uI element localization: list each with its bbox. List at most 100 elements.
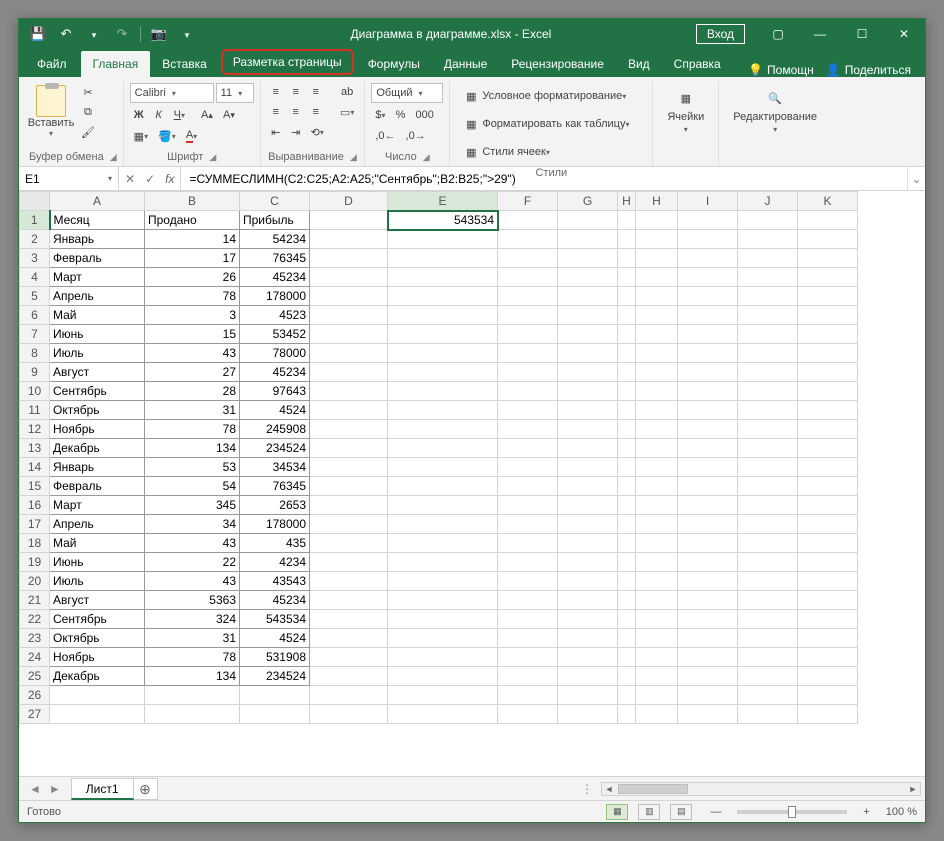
cell[interactable] [388, 363, 498, 382]
format-as-table-button[interactable]: ▦ Форматировать как таблицу▾ [456, 111, 646, 137]
cell[interactable] [618, 648, 636, 667]
cell[interactable] [636, 344, 678, 363]
cell[interactable] [558, 591, 618, 610]
cell[interactable] [558, 648, 618, 667]
cell[interactable]: Март [50, 496, 145, 515]
row-header[interactable]: 27 [20, 705, 50, 724]
cell[interactable]: 45234 [240, 363, 310, 382]
cell[interactable]: Апрель [50, 515, 145, 534]
cell[interactable] [145, 705, 240, 724]
row-header[interactable]: 4 [20, 268, 50, 287]
cell[interactable]: Май [50, 534, 145, 553]
cell[interactable] [636, 515, 678, 534]
cell[interactable] [558, 344, 618, 363]
decrease-indent-button[interactable]: ⇤ [267, 123, 285, 141]
cell[interactable] [618, 401, 636, 420]
cell[interactable] [636, 553, 678, 572]
cancel-formula-icon[interactable]: ✕ [125, 172, 135, 186]
wrap-text-button[interactable]: ab [336, 83, 358, 101]
cell[interactable]: 53452 [240, 325, 310, 344]
maximize-icon[interactable]: ☐ [841, 19, 883, 49]
cell[interactable] [310, 363, 388, 382]
cell[interactable] [798, 553, 858, 572]
cell[interactable]: Прибыль [240, 211, 310, 230]
cell[interactable]: 345 [145, 496, 240, 515]
cell[interactable] [636, 287, 678, 306]
cell[interactable] [498, 477, 558, 496]
cell[interactable]: Июнь [50, 325, 145, 344]
cell[interactable]: Июнь [50, 553, 145, 572]
cell[interactable]: 34 [145, 515, 240, 534]
spreadsheet-grid[interactable]: ABCDEFGHHIJK 1МесяцПроданоПрибыль5435342… [19, 191, 858, 724]
row-header[interactable]: 23 [20, 629, 50, 648]
cell[interactable] [798, 306, 858, 325]
zoom-slider[interactable] [737, 810, 847, 814]
qat-customize-icon[interactable]: ▾ [174, 22, 200, 46]
row-header[interactable]: 9 [20, 363, 50, 382]
cell[interactable] [678, 534, 738, 553]
merge-button[interactable]: ▭▾ [336, 103, 358, 121]
cell[interactable] [636, 534, 678, 553]
cell[interactable] [618, 591, 636, 610]
cell[interactable] [558, 401, 618, 420]
tab-home[interactable]: Главная [81, 51, 151, 77]
cell[interactable] [678, 230, 738, 249]
login-button[interactable]: Вход [696, 24, 745, 44]
cell[interactable] [558, 553, 618, 572]
format-painter-button[interactable]: 🖌 [77, 123, 99, 141]
cell[interactable] [498, 211, 558, 230]
cell[interactable] [618, 325, 636, 344]
cell[interactable] [678, 249, 738, 268]
align-middle-button[interactable]: ≡ [287, 83, 305, 101]
row-header[interactable]: 14 [20, 458, 50, 477]
cell[interactable] [738, 610, 798, 629]
cell[interactable] [618, 439, 636, 458]
cell[interactable] [738, 629, 798, 648]
column-header[interactable]: B [145, 192, 240, 211]
cell[interactable] [738, 477, 798, 496]
dialog-launcher-icon[interactable]: ◢ [209, 152, 216, 163]
cell[interactable]: 543534 [388, 211, 498, 230]
cell[interactable] [498, 439, 558, 458]
cell[interactable] [498, 325, 558, 344]
cell[interactable] [636, 420, 678, 439]
cell[interactable] [738, 401, 798, 420]
sheet-tab-active[interactable]: Лист1 [71, 778, 134, 800]
cell[interactable] [498, 705, 558, 724]
cell[interactable] [388, 382, 498, 401]
cell[interactable] [678, 268, 738, 287]
cell[interactable]: 45234 [240, 268, 310, 287]
cell[interactable] [618, 211, 636, 230]
row-header[interactable]: 25 [20, 667, 50, 686]
cell[interactable] [678, 420, 738, 439]
cell[interactable] [310, 325, 388, 344]
cell[interactable]: 22 [145, 553, 240, 572]
cell[interactable]: 28 [145, 382, 240, 401]
cell[interactable] [558, 287, 618, 306]
row-header[interactable]: 12 [20, 420, 50, 439]
cell[interactable] [798, 610, 858, 629]
cell[interactable]: Июль [50, 572, 145, 591]
cell[interactable] [678, 686, 738, 705]
cell[interactable]: 3 [145, 306, 240, 325]
cell[interactable]: 26 [145, 268, 240, 287]
column-header[interactable]: H [618, 192, 636, 211]
share-button[interactable]: 👤 Поделиться [826, 63, 911, 77]
cell[interactable]: 2653 [240, 496, 310, 515]
cell[interactable] [498, 496, 558, 515]
cell[interactable] [636, 401, 678, 420]
tab-insert[interactable]: Вставка [150, 51, 219, 77]
cell[interactable] [798, 249, 858, 268]
cell[interactable] [798, 325, 858, 344]
cell[interactable] [738, 553, 798, 572]
fill-color-button[interactable]: 🪣▾ [154, 127, 180, 145]
scroll-right-icon[interactable]: ► [906, 784, 920, 794]
cell[interactable] [636, 610, 678, 629]
enter-formula-icon[interactable]: ✓ [145, 172, 155, 186]
cell[interactable] [498, 401, 558, 420]
zoom-knob[interactable] [788, 806, 796, 818]
scrollbar-thumb[interactable] [618, 784, 688, 794]
cell[interactable] [558, 382, 618, 401]
cell[interactable] [388, 230, 498, 249]
align-top-button[interactable]: ≡ [267, 83, 285, 101]
